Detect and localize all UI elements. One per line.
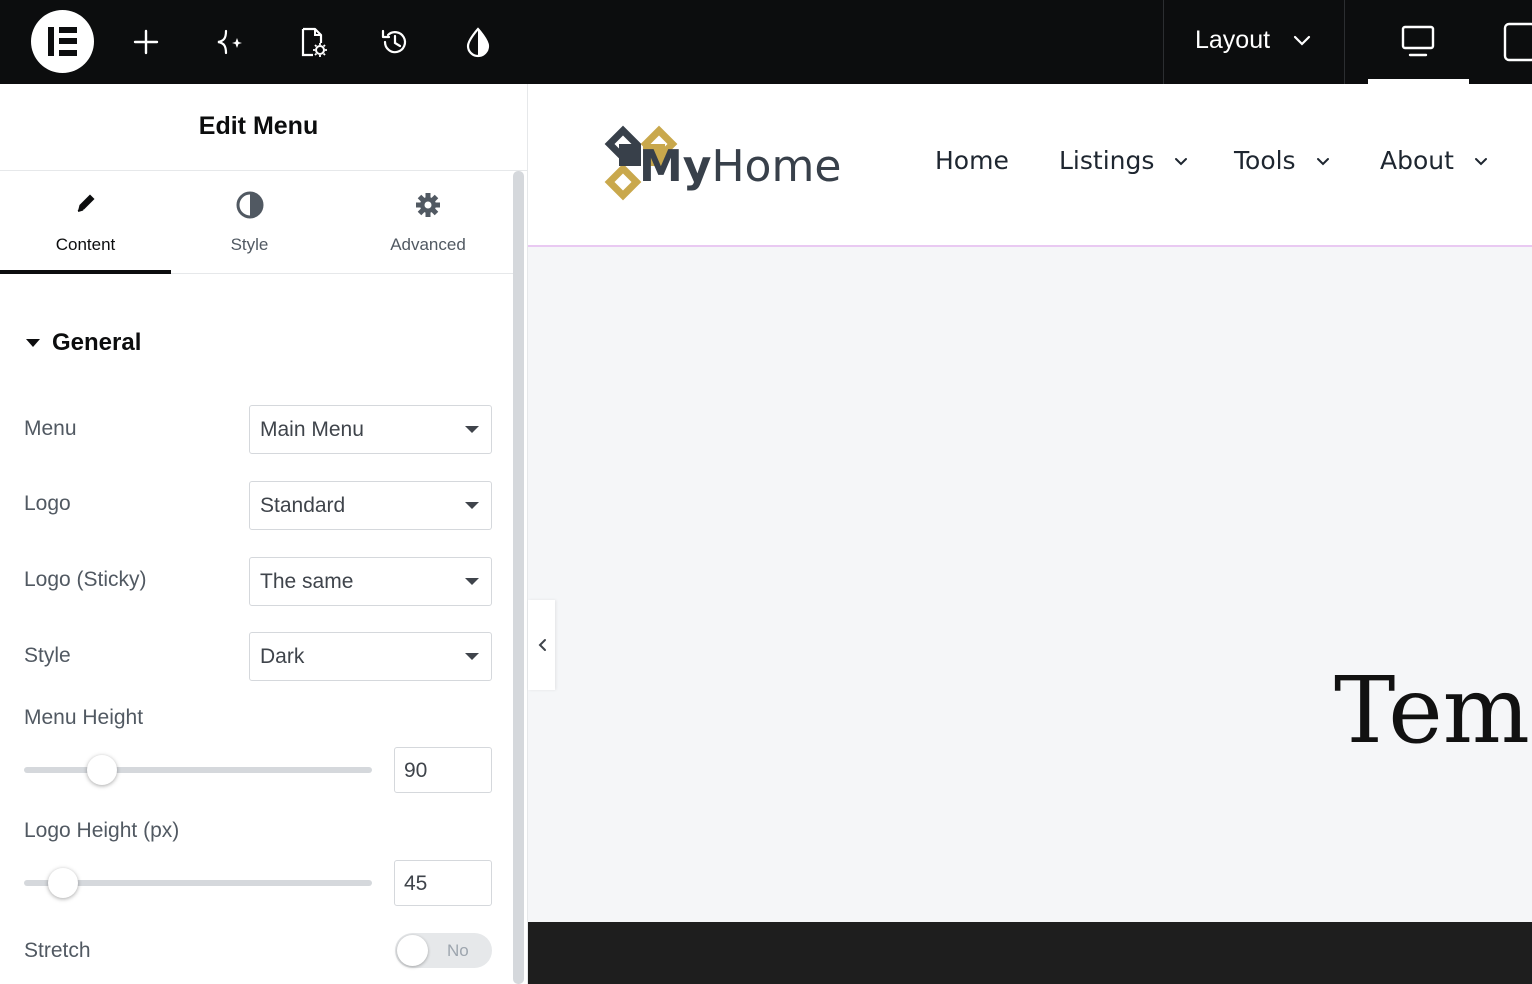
nav-item-listings[interactable]: Listings: [1059, 146, 1188, 175]
menu-height-value: 90: [404, 759, 428, 782]
select-caret-icon: [465, 653, 479, 660]
plus-icon[interactable]: [124, 20, 168, 64]
logo-height-slider-thumb[interactable]: [48, 868, 78, 898]
nav-item-label: About: [1380, 146, 1454, 175]
nav-item-tools[interactable]: Tools: [1234, 146, 1330, 175]
gear-icon: [328, 191, 527, 219]
half-circle-icon: [171, 191, 328, 219]
tab-content[interactable]: Content: [0, 171, 171, 274]
nav-item-about[interactable]: About: [1380, 146, 1488, 175]
style-select-value: Dark: [260, 645, 305, 668]
footer-band: [528, 922, 1532, 984]
menu-select[interactable]: Main Menu: [249, 405, 492, 454]
layout-label: Layout: [1195, 26, 1271, 54]
menu-label: Menu: [24, 417, 77, 440]
section-general-title: General: [52, 329, 142, 356]
style-select[interactable]: Dark: [249, 632, 492, 681]
elementor-logo-icon[interactable]: [31, 10, 94, 73]
chevron-down-icon: [1316, 157, 1329, 165]
panel-header: Edit Menu: [0, 84, 527, 171]
logo-height-value: 45: [404, 872, 428, 895]
pencil-icon: [0, 191, 171, 215]
panel-title: Edit Menu: [198, 112, 319, 140]
logo-height-label: Logo Height (px): [24, 819, 180, 842]
chevron-down-icon: [1292, 30, 1312, 55]
select-caret-icon: [465, 426, 479, 433]
nav-item-label: Tools: [1234, 146, 1296, 175]
tab-advanced[interactable]: Advanced: [328, 171, 527, 274]
tab-advanced-label: Advanced: [390, 235, 466, 254]
theme-style-icon[interactable]: [456, 20, 500, 64]
site-header: MyHome Home Listings Tools About: [528, 84, 1532, 247]
desktop-view-button[interactable]: [1368, 0, 1469, 84]
nav-item-home[interactable]: Home: [935, 146, 1009, 175]
menu-height-slider[interactable]: [24, 767, 372, 773]
logo-label: Logo: [24, 492, 71, 515]
chevron-left-icon: [538, 639, 546, 651]
logo-sticky-label: Logo (Sticky): [24, 568, 147, 591]
page-settings-icon[interactable]: [290, 20, 334, 64]
stretch-toggle-label: No: [447, 941, 469, 960]
hero-title: Temp: [1334, 657, 1532, 764]
logo-select-value: Standard: [260, 494, 346, 517]
panel-tabs: Content Style Advanced: [0, 171, 514, 274]
brand-home: Home: [711, 141, 842, 192]
menu-height-input[interactable]: 90: [394, 747, 492, 793]
history-icon[interactable]: [373, 20, 417, 64]
tab-style-label: Style: [230, 235, 269, 254]
toggle-knob: [397, 935, 428, 966]
menu-height-label: Menu Height: [24, 706, 144, 729]
tablet-view-icon[interactable]: [1503, 22, 1532, 67]
desktop-icon: [1401, 25, 1435, 57]
logo-select[interactable]: Standard: [249, 481, 492, 530]
ai-sparkle-icon[interactable]: [207, 20, 251, 64]
stretch-label: Stretch: [24, 939, 91, 962]
section-general-toggle[interactable]: General: [25, 329, 141, 357]
widget-edit-panel: Edit Menu Content Style Advanced General…: [0, 84, 528, 984]
brand-my: My: [639, 141, 712, 192]
logo-sticky-select[interactable]: The same: [249, 557, 492, 606]
menu-select-value: Main Menu: [260, 418, 364, 441]
layout-dropdown[interactable]: Layout: [1163, 0, 1345, 84]
logo-sticky-select-value: The same: [260, 570, 354, 593]
collapse-panel-button[interactable]: [528, 600, 555, 690]
nav-item-label: Home: [935, 146, 1009, 175]
tab-content-label: Content: [55, 235, 116, 254]
panel-scrollbar[interactable]: [513, 171, 524, 984]
tab-style[interactable]: Style: [171, 171, 328, 274]
editor-top-bar: Layout: [0, 0, 1532, 84]
page-preview-canvas: MyHome Home Listings Tools About Temp: [528, 84, 1532, 984]
select-caret-icon: [465, 502, 479, 509]
nav-item-label: Listings: [1059, 146, 1155, 175]
caret-down-icon: [26, 339, 40, 347]
logo-height-input[interactable]: 45: [394, 860, 492, 906]
site-logo[interactable]: MyHome: [601, 124, 841, 208]
chevron-down-icon: [1175, 157, 1188, 165]
menu-height-slider-thumb[interactable]: [87, 755, 117, 785]
stretch-toggle[interactable]: No: [395, 933, 492, 968]
chevron-down-icon: [1474, 157, 1487, 165]
brand-wordmark: MyHome: [639, 142, 841, 192]
select-caret-icon: [465, 578, 479, 585]
style-label: Style: [24, 644, 71, 667]
